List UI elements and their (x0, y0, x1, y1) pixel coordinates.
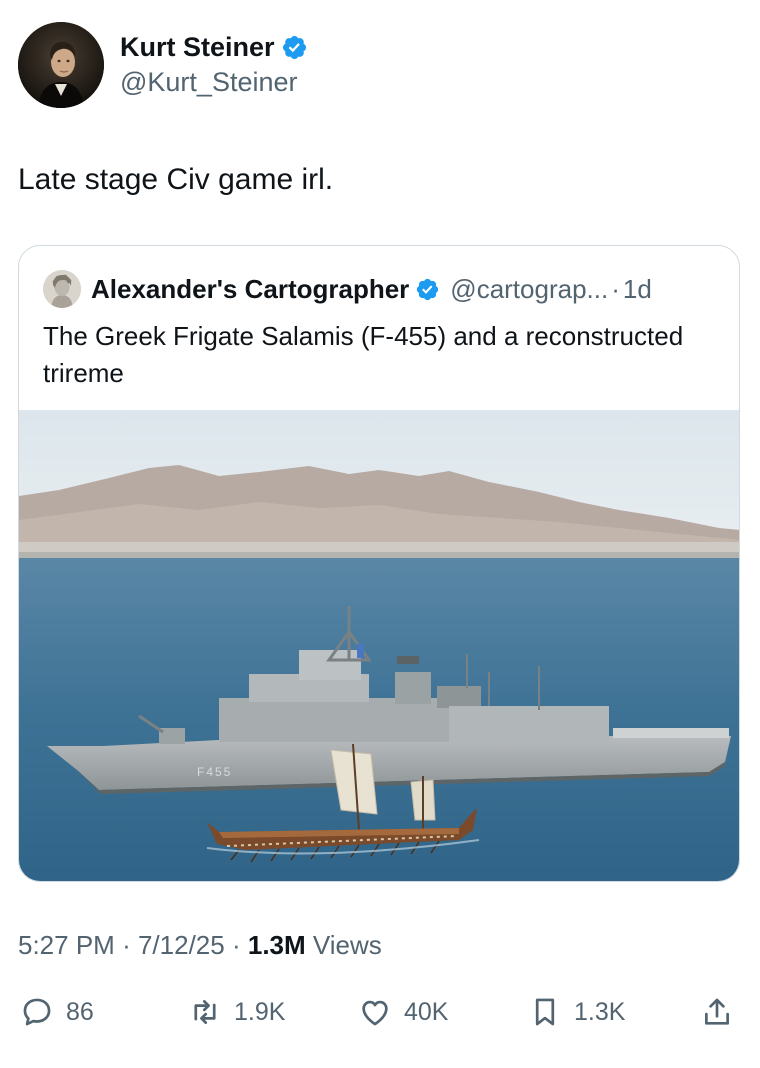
author-name[interactable]: Kurt Steiner (120, 31, 275, 63)
like-count: 40K (404, 997, 449, 1026)
like-button[interactable]: 40K (358, 990, 448, 1034)
reply-button[interactable]: 86 (20, 990, 94, 1034)
heart-icon (362, 1000, 388, 1026)
author-handle[interactable]: @Kurt_Steiner (120, 65, 308, 99)
tweet-text: Late stage Civ game irl. (18, 163, 334, 196)
bookmark-button[interactable]: 1.3K (528, 990, 625, 1034)
quoted-author-handle[interactable]: @cartograp... (450, 274, 608, 305)
ship-photo[interactable]: F455 (19, 410, 740, 882)
tweet-date[interactable]: 7/12/25 (138, 930, 225, 960)
quoted-tweet-text: The Greek Frigate Salamis (F-455) and a … (43, 321, 684, 388)
tweet-meta: 5:27 PM · 7/12/25 · 1.3M Views (18, 930, 382, 961)
bookmark-count: 1.3K (574, 997, 626, 1026)
quoted-tweet-header: Alexander's Cartographer @cartograp... ·… (43, 270, 652, 308)
bookmark-icon (535, 998, 555, 1026)
repost-button[interactable]: 1.9K (188, 990, 285, 1034)
share-icon (705, 998, 729, 1025)
separator-dot: · (231, 930, 241, 960)
tweet-time[interactable]: 5:27 PM (18, 930, 115, 960)
tweet-author: Kurt Steiner @Kurt_Steiner (18, 22, 308, 108)
repost-icon (194, 1000, 216, 1024)
quoted-tweet-card[interactable]: Alexander's Cartographer @cartograp... ·… (18, 245, 740, 882)
separator-dot: · (611, 273, 620, 304)
quoted-tweet-time[interactable]: 1d (623, 274, 652, 305)
verified-badge-icon (282, 35, 306, 59)
views-label: Views (312, 930, 382, 960)
author-avatar[interactable] (18, 22, 104, 108)
views-count: 1.3M (247, 930, 306, 960)
quoted-author-name[interactable]: Alexander's Cartographer (91, 274, 409, 305)
hull-marking: F455 (197, 765, 232, 779)
repost-count: 1.9K (234, 997, 286, 1026)
share-button[interactable] (700, 990, 734, 1034)
verified-badge-icon (417, 278, 439, 300)
quoted-author-avatar[interactable] (43, 270, 81, 308)
tweet-actions: 86 1.9K 40K 1.3K (0, 990, 760, 1034)
reply-count: 86 (66, 997, 94, 1026)
reply-icon (23, 998, 51, 1026)
separator-dot: · (122, 930, 131, 960)
